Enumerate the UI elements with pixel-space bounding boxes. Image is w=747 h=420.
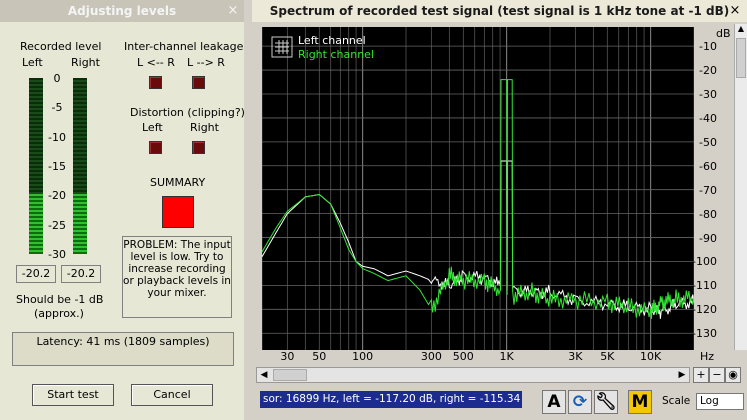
x-axis: 30 50 100 300 500 1K 3K 5K 10K Hz — [252, 350, 715, 366]
x-tick-label: 500 — [452, 350, 474, 363]
distortion-title: Distortion (clipping?) — [130, 106, 244, 119]
x-tick-label: 300 — [420, 350, 442, 363]
y-tick-label: -20 — [699, 64, 717, 78]
y-tick-label: -70 — [699, 183, 717, 197]
levels-window-title: Adjusting levels — [0, 0, 244, 22]
meter-scale-tick: -10 — [48, 130, 66, 144]
y-tick-label: -10 — [699, 40, 717, 54]
meter-right-label: Right — [71, 56, 100, 69]
summary-label: SUMMARY — [150, 176, 206, 189]
horizontal-scrollbar[interactable]: ◀ ▶ — [256, 367, 690, 383]
spectrum-plot[interactable]: Left channel Right channel — [261, 27, 695, 350]
y-tick-label: -110 — [692, 279, 717, 293]
x-tick-label: 1K — [499, 350, 514, 363]
meter-scale-tick: -5 — [51, 101, 63, 115]
start-test-button[interactable]: Start test — [32, 384, 114, 406]
distortion-left-label: Left — [142, 121, 163, 134]
horizontal-scroll-thumb[interactable] — [273, 369, 307, 381]
spectrum-close-button[interactable]: × — [728, 4, 742, 18]
y-tick-label: -60 — [699, 159, 717, 173]
distortion-right-label: Right — [190, 121, 219, 134]
x-tick-label: 5K — [600, 350, 615, 363]
recorded-level-label: Recorded level — [20, 40, 102, 53]
x-tick-label: 10K — [640, 350, 662, 363]
meter-scale-tick: -30 — [48, 247, 66, 261]
x-tick-label: 30 — [280, 350, 295, 363]
x-unit-label: Hz — [699, 350, 715, 363]
legend-right-channel: Right channel — [298, 48, 374, 61]
should-be-label: Should be -1 dB — [16, 293, 104, 306]
distortion-right-led — [192, 141, 205, 154]
leakage-title: Inter-channel leakage — [124, 40, 244, 53]
y-tick-label: -100 — [692, 255, 717, 269]
zoom-out-icon[interactable]: − — [709, 367, 725, 383]
meter-scale-tick: 0 — [53, 72, 61, 85]
leak-l-to-r-led — [192, 76, 205, 89]
scroll-right-arrow-icon[interactable]: ▶ — [675, 368, 689, 382]
scroll-up-arrow-icon[interactable]: ▲ — [735, 24, 747, 36]
left-level-meter — [29, 78, 43, 254]
leak-l-from-r-led — [149, 76, 162, 89]
x-tick-label: 3K — [568, 350, 583, 363]
cursor-status-readout: sor: 16899 Hz, left = -117.20 dB, right … — [260, 391, 522, 408]
scale-select[interactable]: Log — [696, 393, 744, 410]
distortion-left-led — [149, 141, 162, 154]
meter-scale-tick: -25 — [48, 218, 66, 232]
cancel-button[interactable]: Cancel — [131, 384, 213, 406]
legend-left-channel: Left channel — [298, 34, 366, 47]
left-level-value: -20.2 — [16, 265, 56, 283]
y-tick-label: -40 — [699, 111, 717, 125]
font-a-icon[interactable]: A — [542, 390, 566, 414]
right-level-meter — [73, 78, 87, 254]
spectrum-window-title: Spectrum of recorded test signal (test s… — [252, 0, 747, 22]
y-tick-label: -80 — [699, 207, 717, 221]
y-tick-label: -30 — [699, 87, 717, 101]
summary-led — [162, 196, 194, 228]
vertical-scrollbar[interactable]: ▲ — [734, 24, 747, 350]
x-tick-label: 100 — [352, 350, 374, 363]
right-channel-series — [261, 79, 695, 319]
latency-readout: Latency: 41 ms (1809 samples) — [12, 332, 234, 366]
scroll-left-arrow-icon[interactable]: ◀ — [257, 368, 271, 382]
y-tick-label: -120 — [692, 303, 717, 317]
levels-close-button[interactable]: × — [226, 4, 240, 18]
zoom-in-icon[interactable]: + — [693, 367, 709, 383]
levels-window: Adjusting levels × Recorded level Left R… — [0, 0, 244, 420]
right-level-value: -20.2 — [61, 265, 101, 283]
y-tick-label: -130 — [692, 327, 717, 341]
spectrum-chart: Left channel Right channel — [261, 27, 695, 350]
y-axis: dB ▲ -10 -20 -30 -40 -50 -60 -70 -80 -90 -100 -110… — [692, 22, 747, 352]
x-tick-label: 50 — [312, 350, 327, 363]
y-tick-label: -90 — [699, 231, 717, 245]
vertical-scroll-thumb[interactable] — [736, 38, 746, 78]
approx-label: (approx.) — [34, 307, 84, 320]
legend-grid-icon — [275, 40, 289, 54]
left-channel-series — [261, 160, 695, 319]
wrench-icon[interactable]: 🔧︎ — [594, 390, 618, 414]
y-tick-label: -50 — [699, 135, 717, 149]
zoom-fit-icon[interactable]: ◉ — [725, 367, 741, 383]
leak-l-to-r-label: L --> R — [187, 56, 225, 69]
leak-l-from-r-label: L <-- R — [137, 56, 175, 69]
meter-scale-tick: -20 — [48, 189, 66, 203]
spectrum-window: Spectrum of recorded test signal (test s… — [252, 0, 747, 420]
marker-m-icon[interactable]: M — [628, 390, 652, 414]
scale-label: Scale — [662, 395, 691, 407]
y-unit-label: dB — [716, 27, 731, 40]
meter-left-label: Left — [22, 56, 43, 69]
refresh-icon[interactable]: ⟳ — [568, 390, 592, 414]
problem-message: PROBLEM: The input level is low. Try to … — [122, 236, 232, 318]
meter-scale-tick: -15 — [48, 159, 66, 173]
